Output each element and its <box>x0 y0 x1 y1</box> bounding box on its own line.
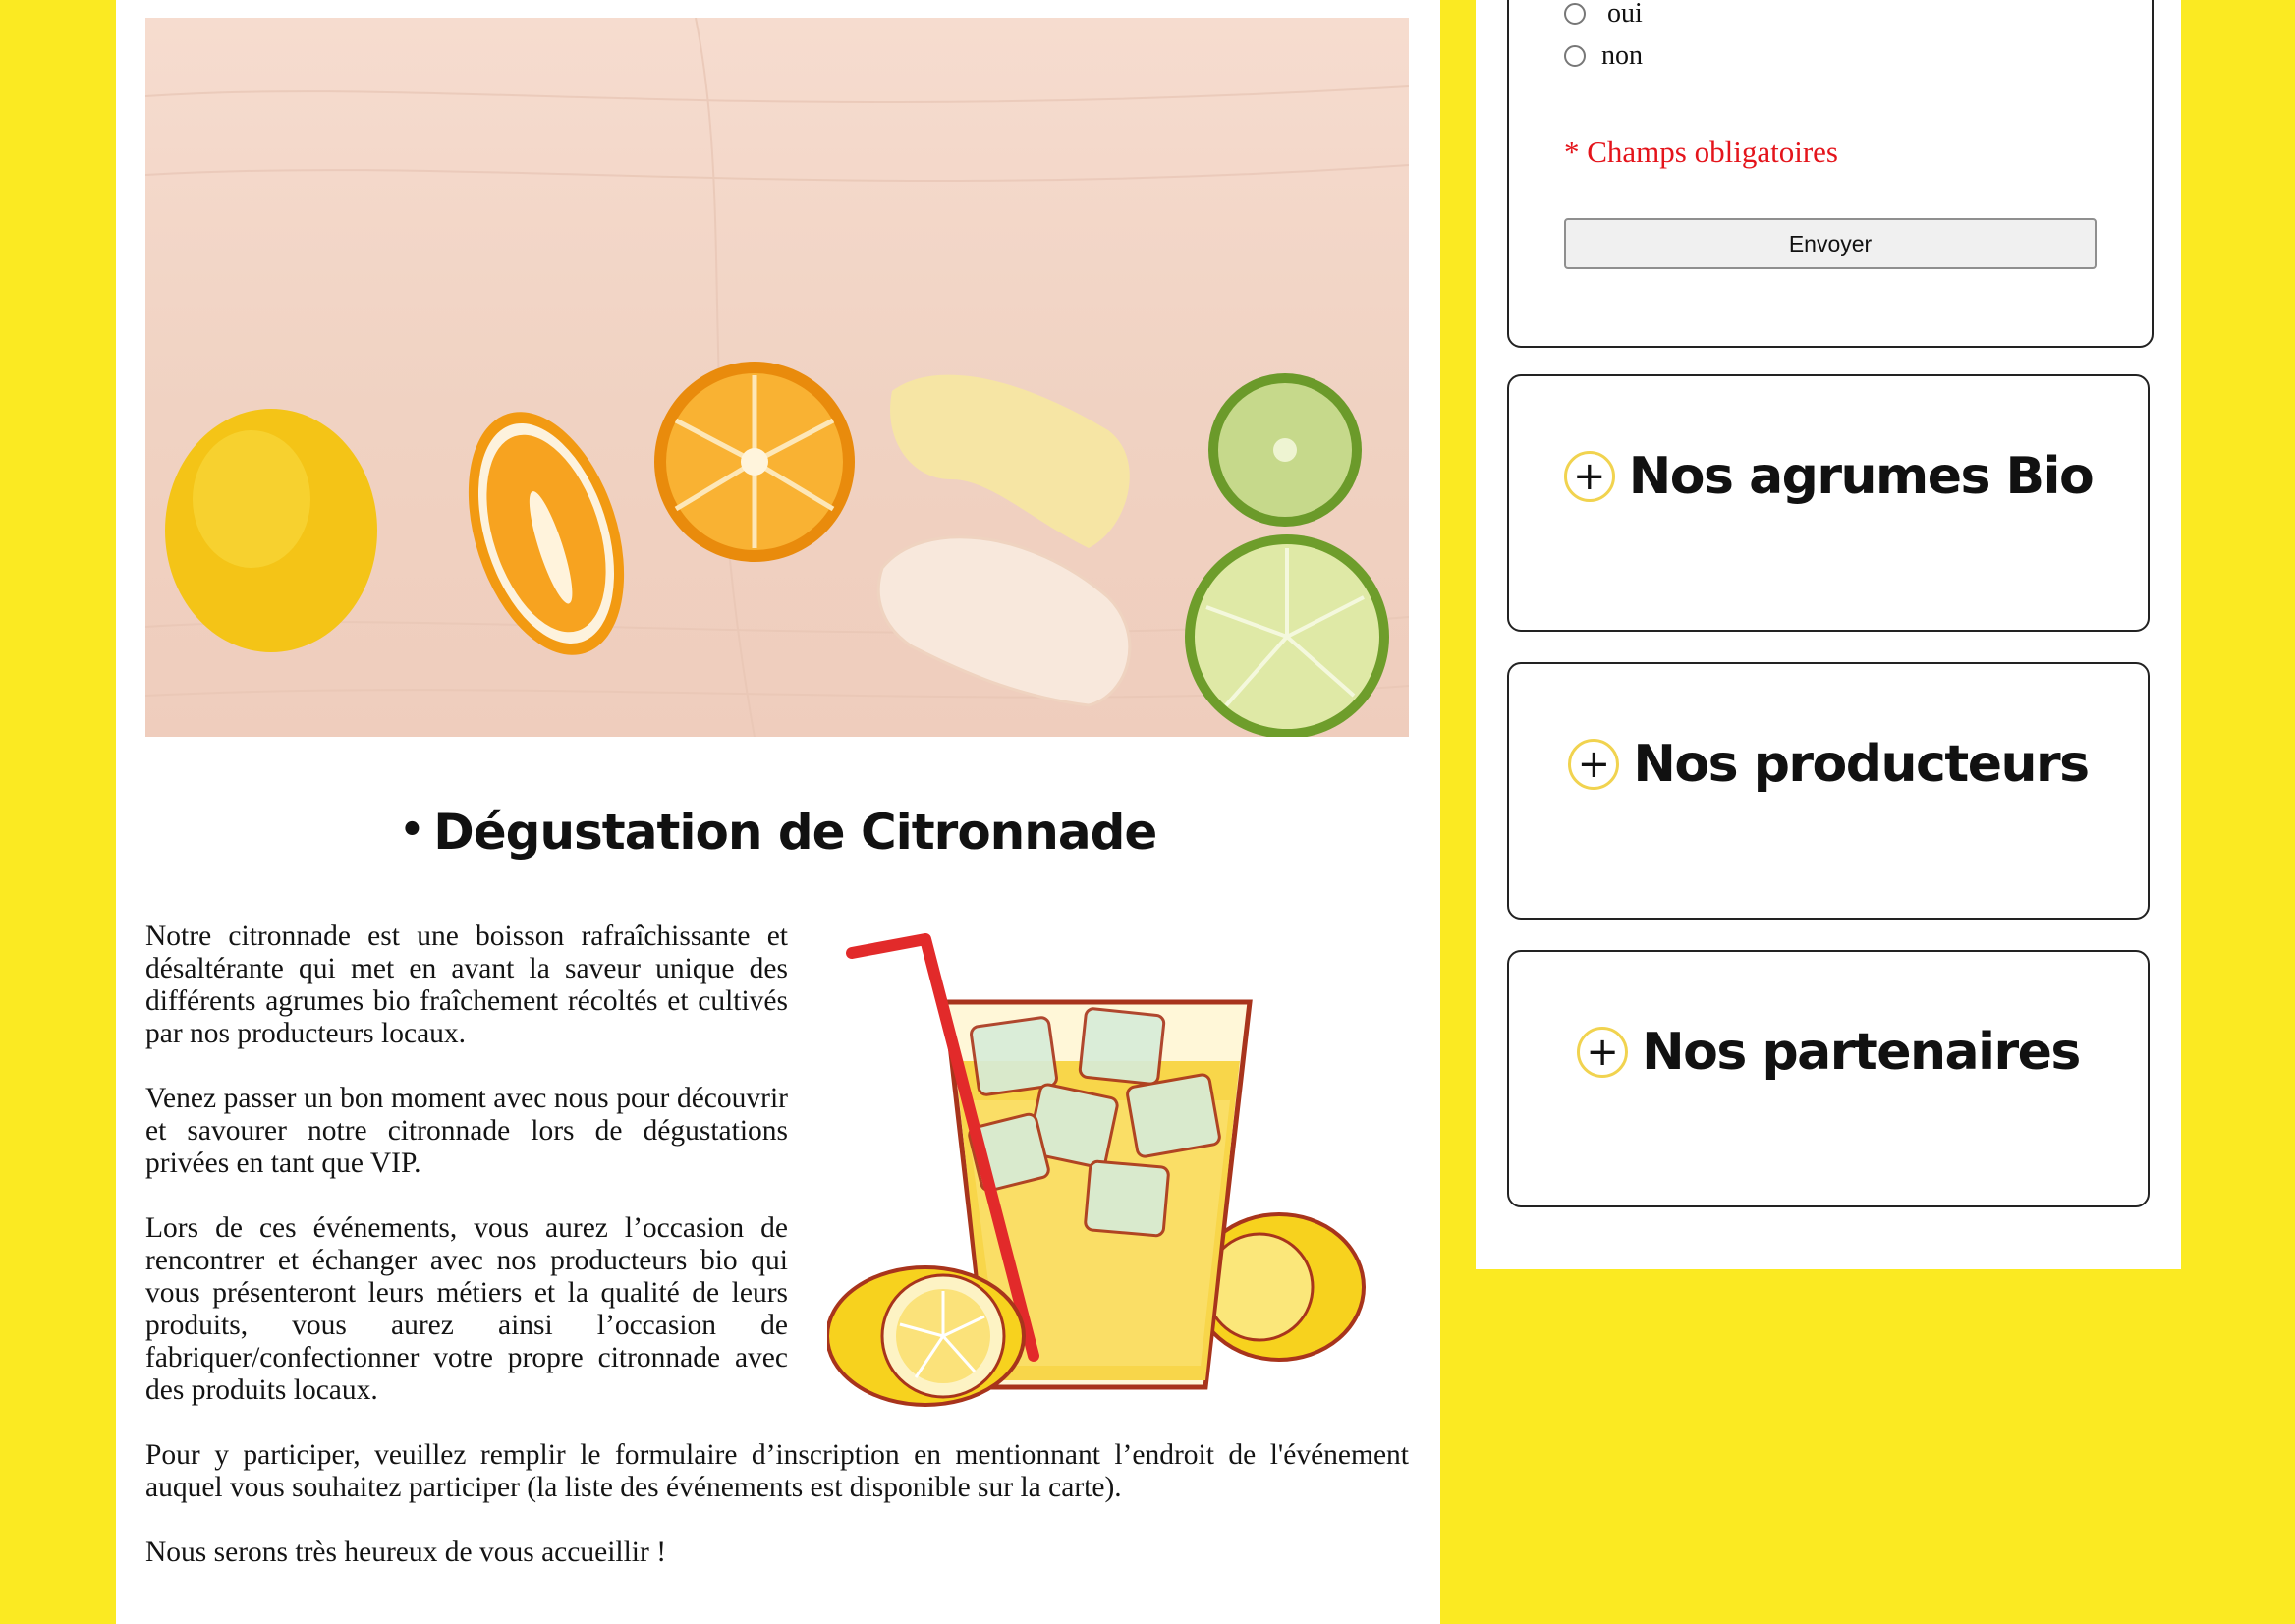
title-text: Dégustation de Citronnade <box>433 804 1157 861</box>
accordion-header: + Nos partenaires <box>1577 1023 2081 1082</box>
accordion-agrumes-bio[interactable]: + Nos agrumes Bio <box>1507 374 2150 632</box>
accordion-header: + Nos producteurs <box>1568 735 2090 794</box>
plus-icon[interactable]: + <box>1577 1027 1629 1078</box>
lemonade-illustration <box>827 933 1377 1415</box>
participation-paragraph: Pour y participer, veuillez remplir le f… <box>145 1439 1409 1503</box>
radio-option-oui[interactable]: oui <box>1564 0 1643 29</box>
radio-option-non[interactable]: non <box>1564 40 1643 72</box>
radio-oui-label: oui <box>1607 0 1643 28</box>
radio-oui[interactable] <box>1564 3 1586 25</box>
registration-form: oui non * Champs obligatoires Envoyer <box>1507 0 2154 348</box>
title-bullet: • <box>399 808 425 853</box>
accordion-label: Nos partenaires <box>1642 1023 2081 1082</box>
invitation-paragraph: Venez passer un bon moment avec nous pou… <box>145 1083 788 1179</box>
section-title: • Dégustation de Citronnade <box>116 804 1440 861</box>
events-paragraph: Lors de ces événements, vous aurez l’occ… <box>145 1212 788 1406</box>
required-fields-note: * Champs obligatoires <box>1564 135 1838 169</box>
plus-icon[interactable]: + <box>1568 739 1620 790</box>
welcome-paragraph: Nous serons très heureux de vous accueil… <box>145 1537 667 1568</box>
main-content: • Dégustation de Citronnade Notre citronn… <box>116 0 1440 1624</box>
accordion-producteurs[interactable]: + Nos producteurs <box>1507 662 2150 920</box>
sidebar: oui non * Champs obligatoires Envoyer + … <box>1476 0 2181 1269</box>
accordion-partenaires[interactable]: + Nos partenaires <box>1507 950 2150 1207</box>
citrus-hero-image <box>145 18 1409 737</box>
radio-non-label: non <box>1601 40 1643 71</box>
accordion-label: Nos producteurs <box>1633 735 2090 794</box>
radio-non[interactable] <box>1564 45 1586 67</box>
submit-button[interactable]: Envoyer <box>1564 218 2097 269</box>
accordion-label: Nos agrumes Bio <box>1628 447 2095 506</box>
plus-icon[interactable]: + <box>1563 451 1615 502</box>
accordion-header: + Nos agrumes Bio <box>1563 447 2095 506</box>
intro-paragraph: Notre citronnade est une boisson rafraîc… <box>145 921 788 1049</box>
